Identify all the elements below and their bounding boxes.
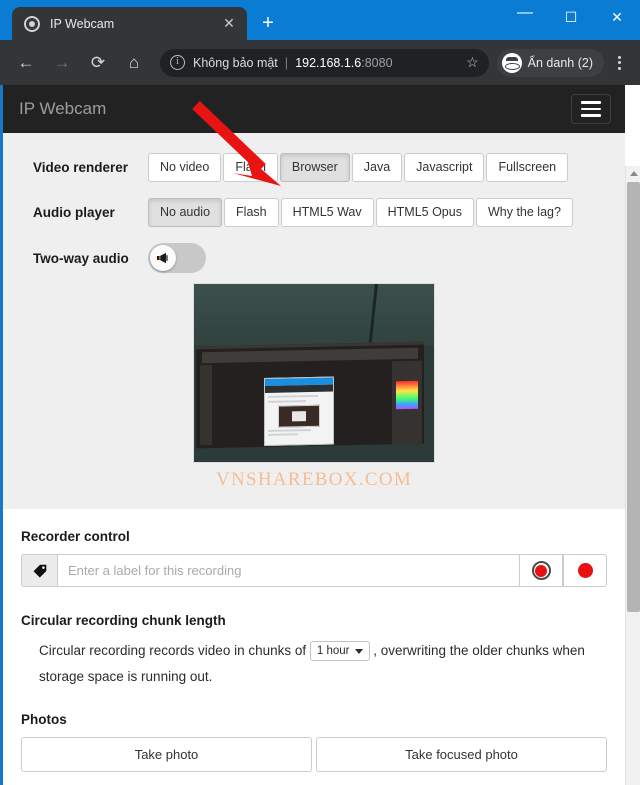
photos-title: Photos xyxy=(21,712,67,727)
circular-recording-title: Circular recording chunk length xyxy=(21,613,226,628)
record-icon[interactable] xyxy=(563,554,607,587)
browser-tab[interactable]: IP Webcam ✕ xyxy=(12,7,247,40)
address-bar[interactable]: i Không bảo mật | 192.168.1.6:8080 ☆ xyxy=(160,48,489,77)
three-dots-icon[interactable] xyxy=(606,48,632,78)
video-renderer-option-no-video[interactable]: No video xyxy=(148,153,222,182)
video-renderer-option-fullscreen[interactable]: Fullscreen xyxy=(486,153,569,182)
home-icon[interactable]: ⌂ xyxy=(119,48,149,78)
settings-panel: Video renderer No video Flash Browser Ja… xyxy=(3,133,625,509)
tag-icon xyxy=(21,554,57,587)
chunk-length-value: 1 hour xyxy=(316,645,350,658)
forward-icon[interactable]: → xyxy=(47,48,77,78)
circular-text-before: Circular recording records video in chun… xyxy=(39,643,307,658)
window-close-button[interactable]: ✕ xyxy=(594,0,640,34)
bookmark-star-icon[interactable]: ☆ xyxy=(462,54,483,71)
two-way-audio-label: Two-way audio xyxy=(33,250,129,266)
take-photo-button[interactable]: Take photo xyxy=(21,737,312,772)
audio-player-option-html5-wav[interactable]: HTML5 Wav xyxy=(280,198,374,227)
back-icon[interactable]: ← xyxy=(11,48,41,78)
hamburger-icon[interactable] xyxy=(571,94,611,124)
scrollbar-thumb[interactable] xyxy=(627,182,640,612)
video-renderer-group: No video Flash Browser Java Javascript F… xyxy=(148,153,570,182)
audio-player-option-flash[interactable]: Flash xyxy=(224,198,279,227)
tab-title: IP Webcam xyxy=(50,16,115,31)
photos-button-row: Take photo Take focused photo xyxy=(21,737,607,772)
video-renderer-option-java[interactable]: Java xyxy=(351,153,403,182)
browser-window: IP Webcam ✕ + — ☐ ✕ ← → ⟳ ⌂ i Không bảo … xyxy=(0,0,640,785)
chunk-length-select[interactable]: 1 hour xyxy=(309,641,370,662)
video-renderer-option-flash[interactable]: Flash xyxy=(223,153,278,182)
close-icon[interactable]: ✕ xyxy=(219,14,239,34)
video-renderer-row: Video renderer No video Flash Browser Ja… xyxy=(3,153,625,182)
camera-lens-icon xyxy=(24,15,40,32)
video-preview[interactable] xyxy=(193,283,435,463)
maximize-button[interactable]: ☐ xyxy=(548,0,594,34)
video-preview-wrap: VNSHAREBOX.COM xyxy=(3,283,625,491)
audio-player-option-no-audio[interactable]: No audio xyxy=(148,198,223,227)
megaphone-icon xyxy=(150,245,176,271)
page-title: IP Webcam xyxy=(19,99,107,118)
minimize-button[interactable]: — xyxy=(502,0,548,34)
preview-app-panels xyxy=(392,360,422,446)
take-focused-photo-button[interactable]: Take focused photo xyxy=(316,737,607,772)
incognito-spy-icon xyxy=(501,52,522,73)
preview-app-tools xyxy=(200,365,212,446)
security-status-text: Không bảo mật xyxy=(193,55,278,70)
audio-player-option-why-the-lag[interactable]: Why the lag? xyxy=(475,198,573,227)
incognito-indicator[interactable]: Ẩn danh (2) xyxy=(496,48,604,77)
preview-app-toolbar xyxy=(202,347,418,364)
site-info-icon[interactable]: i xyxy=(170,55,185,70)
address-bar-url: 192.168.1.6:8080 xyxy=(295,56,392,70)
new-tab-button[interactable]: + xyxy=(253,8,283,38)
url-port: :8080 xyxy=(361,55,393,70)
page-scrollbar[interactable] xyxy=(625,166,640,785)
window-controls: — ☐ ✕ xyxy=(502,0,640,34)
browser-toolbar: ← → ⟳ ⌂ i Không bảo mật | 192.168.1.6:80… xyxy=(0,40,640,85)
url-host: 192.168.1.6 xyxy=(295,55,362,70)
app-navbar: IP Webcam xyxy=(3,85,625,133)
circular-recording-text: Circular recording records video in chun… xyxy=(21,638,607,690)
browser-titlebar: IP Webcam ✕ + — ☐ ✕ xyxy=(0,0,640,40)
scroll-up-icon[interactable] xyxy=(626,166,640,181)
audio-player-label: Audio player xyxy=(33,205,115,220)
video-renderer-label: Video renderer xyxy=(33,160,129,175)
audio-player-option-html5-opus[interactable]: HTML5 Opus xyxy=(375,198,474,227)
preview-wall xyxy=(194,284,434,346)
audio-player-row: Audio player No audio Flash HTML5 Wav HT… xyxy=(3,198,625,227)
page-viewport: IP Webcam Video renderer No video Flash … xyxy=(0,85,640,785)
reload-icon[interactable]: ⟳ xyxy=(83,48,113,78)
recording-label-input[interactable] xyxy=(57,554,519,587)
preview-color-swatch xyxy=(396,380,418,410)
incognito-label: Ẩn danh (2) xyxy=(527,55,593,70)
omnibox-separator: | xyxy=(284,55,289,70)
audio-player-group: No audio Flash HTML5 Wav HTML5 Opus Why … xyxy=(148,198,575,227)
two-way-audio-row: Two-way audio xyxy=(3,243,625,273)
preview-inner-browser xyxy=(264,376,334,446)
video-renderer-option-javascript[interactable]: Javascript xyxy=(404,153,485,182)
watermark: VNSHAREBOX.COM xyxy=(215,469,413,490)
chevron-down-icon xyxy=(354,648,363,654)
record-circular-icon[interactable] xyxy=(519,554,563,587)
recorder-control-bar xyxy=(21,554,607,587)
lower-panel: Recorder control Enter a label for this … xyxy=(3,509,625,772)
recorder-control-title: Recorder control xyxy=(21,529,130,544)
video-renderer-option-browser[interactable]: Browser xyxy=(279,153,350,182)
two-way-audio-toggle[interactable] xyxy=(148,243,206,273)
preview-monitor xyxy=(196,341,424,449)
web-page: IP Webcam Video renderer No video Flash … xyxy=(3,85,625,785)
